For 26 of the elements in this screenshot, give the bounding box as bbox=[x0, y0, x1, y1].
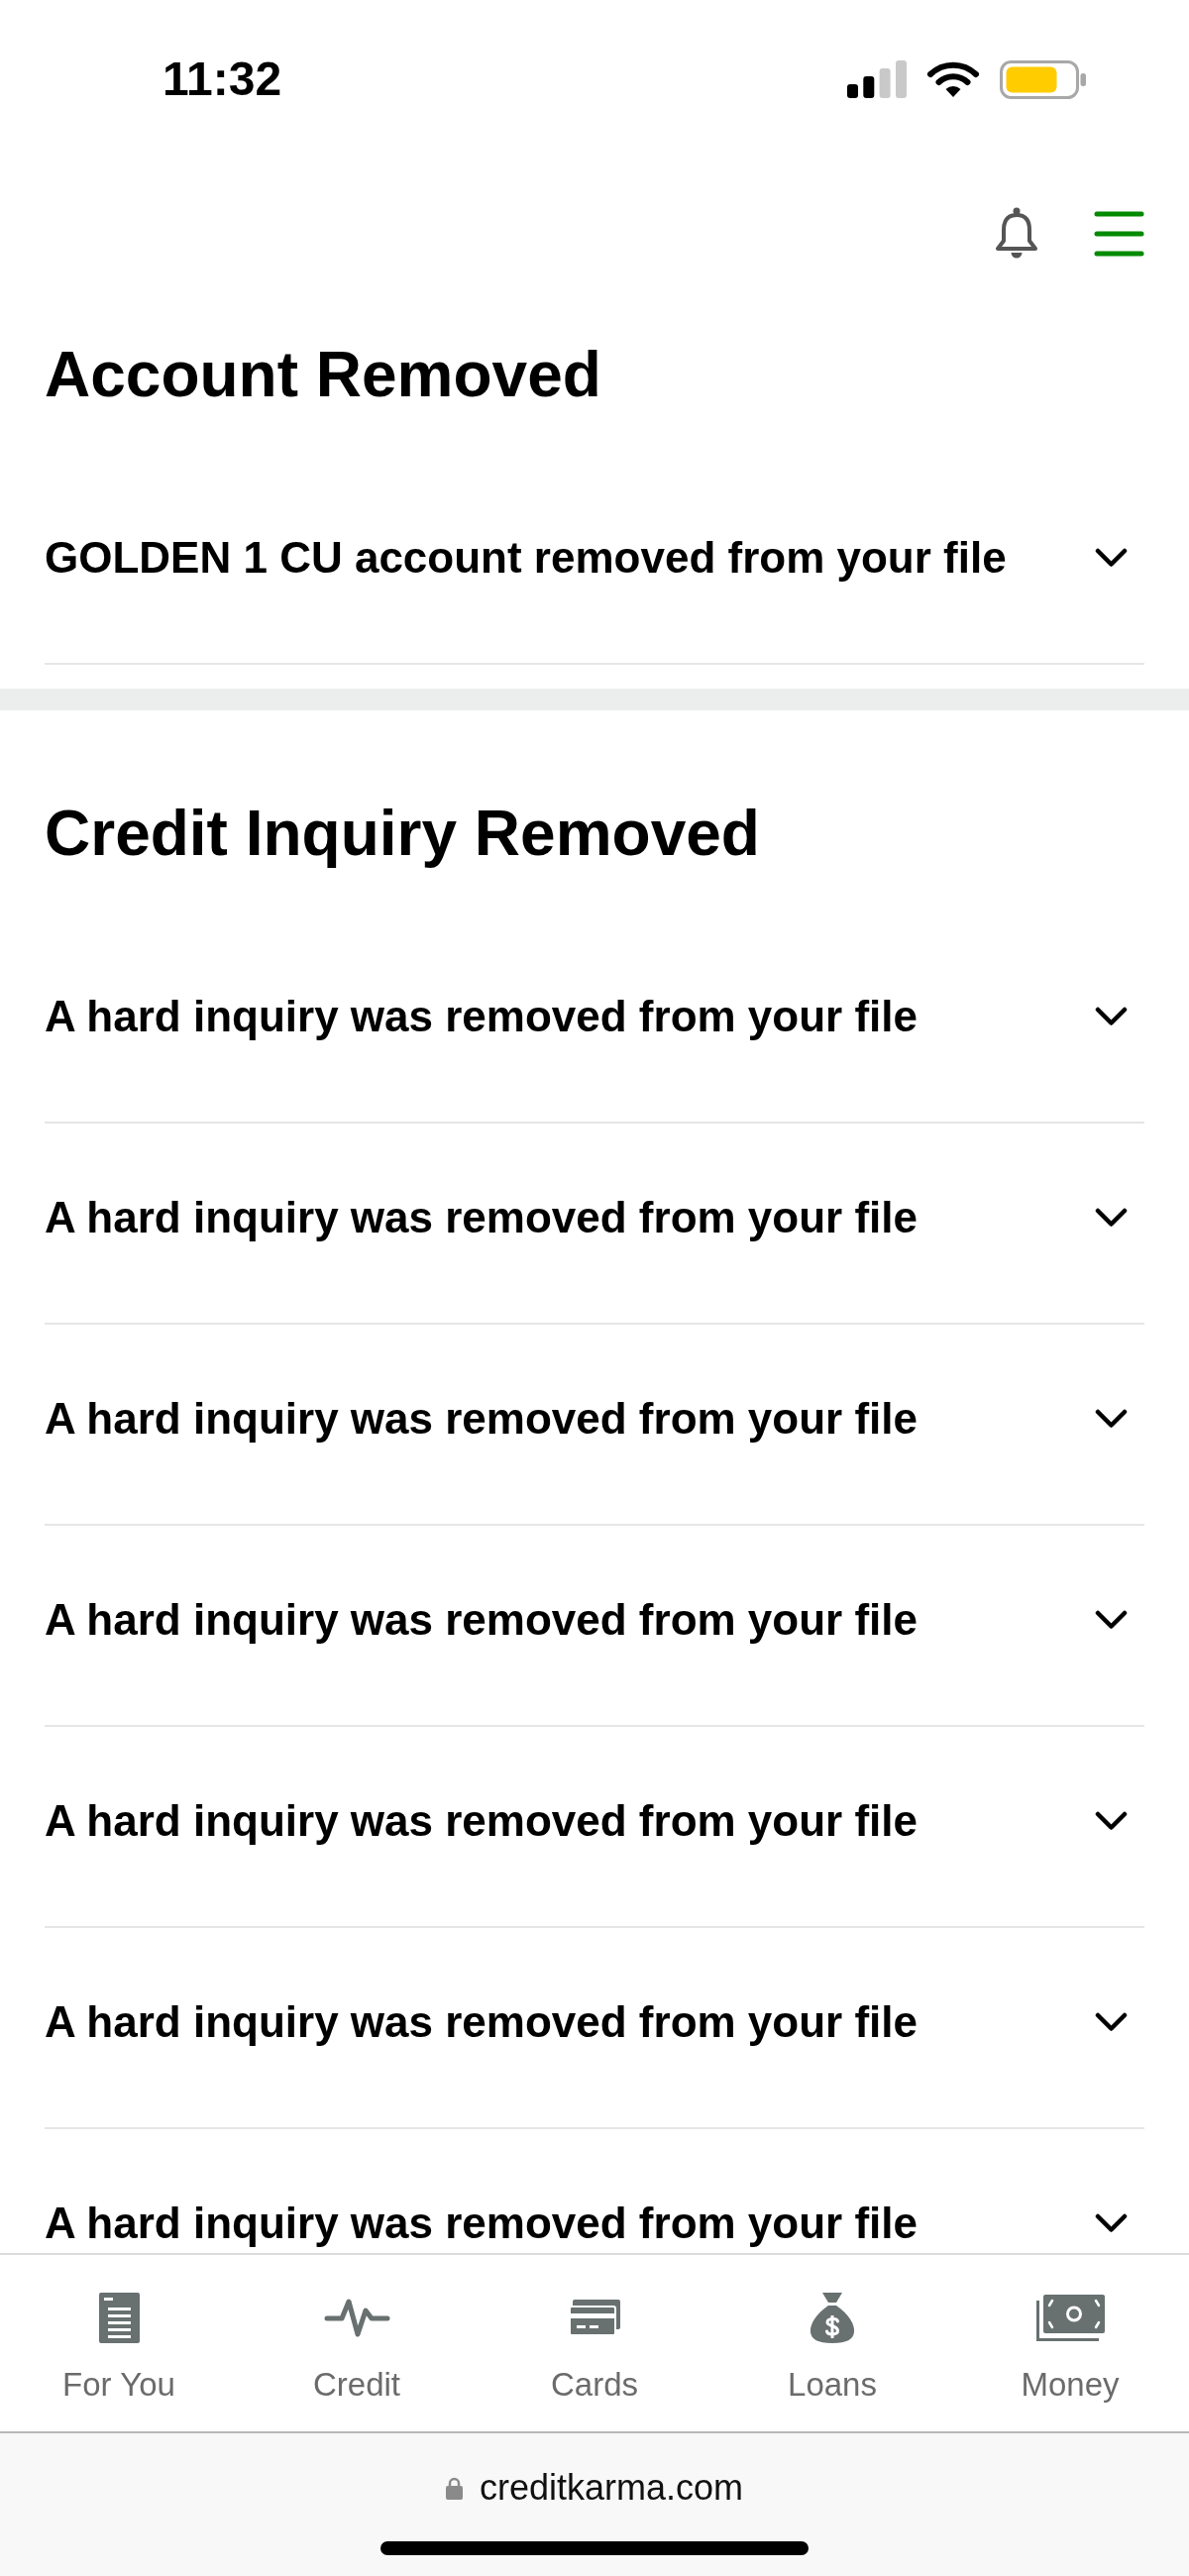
nav-tab[interactable]: Money bbox=[951, 2255, 1189, 2431]
cash-icon bbox=[1035, 2294, 1105, 2341]
url-text[interactable]: creditkarma.com bbox=[479, 2466, 744, 2510]
accordion-item[interactable]: GOLDEN 1 CU account removed from your file bbox=[45, 464, 1144, 665]
accordion-item[interactable]: A hard inquiry was removed from your file bbox=[45, 1526, 1144, 1727]
menu-icon[interactable] bbox=[1094, 211, 1144, 257]
accordion-item[interactable]: A hard inquiry was removed from your file bbox=[45, 1727, 1144, 1928]
lock-icon bbox=[445, 2476, 463, 2500]
money-bag-icon bbox=[810, 2292, 855, 2343]
document-icon bbox=[98, 2292, 140, 2343]
accordion-item[interactable]: A hard inquiry was removed from your file bbox=[45, 1325, 1144, 1526]
battery-icon bbox=[1000, 59, 1086, 99]
section-title: Credit Inquiry Removed bbox=[45, 797, 761, 871]
accordion-item[interactable]: A hard inquiry was removed from your file bbox=[45, 1124, 1144, 1325]
nav-tab[interactable]: Cards bbox=[476, 2255, 713, 2431]
accordion-item[interactable]: A hard inquiry was removed from your file bbox=[45, 922, 1144, 1124]
nav-tab[interactable]: Credit bbox=[238, 2255, 476, 2431]
signal-icon bbox=[847, 60, 907, 98]
status-time: 11:32 bbox=[162, 52, 282, 107]
section-title: Account Removed bbox=[45, 338, 602, 412]
nav-tab[interactable]: Loans bbox=[713, 2255, 951, 2431]
bell-icon[interactable] bbox=[994, 207, 1039, 261]
nav-tab[interactable]: For You bbox=[0, 2255, 238, 2431]
card-icon bbox=[569, 2299, 620, 2336]
accordion-item[interactable]: A hard inquiry was removed from your file bbox=[45, 1928, 1144, 2129]
wifi-icon bbox=[926, 60, 980, 98]
